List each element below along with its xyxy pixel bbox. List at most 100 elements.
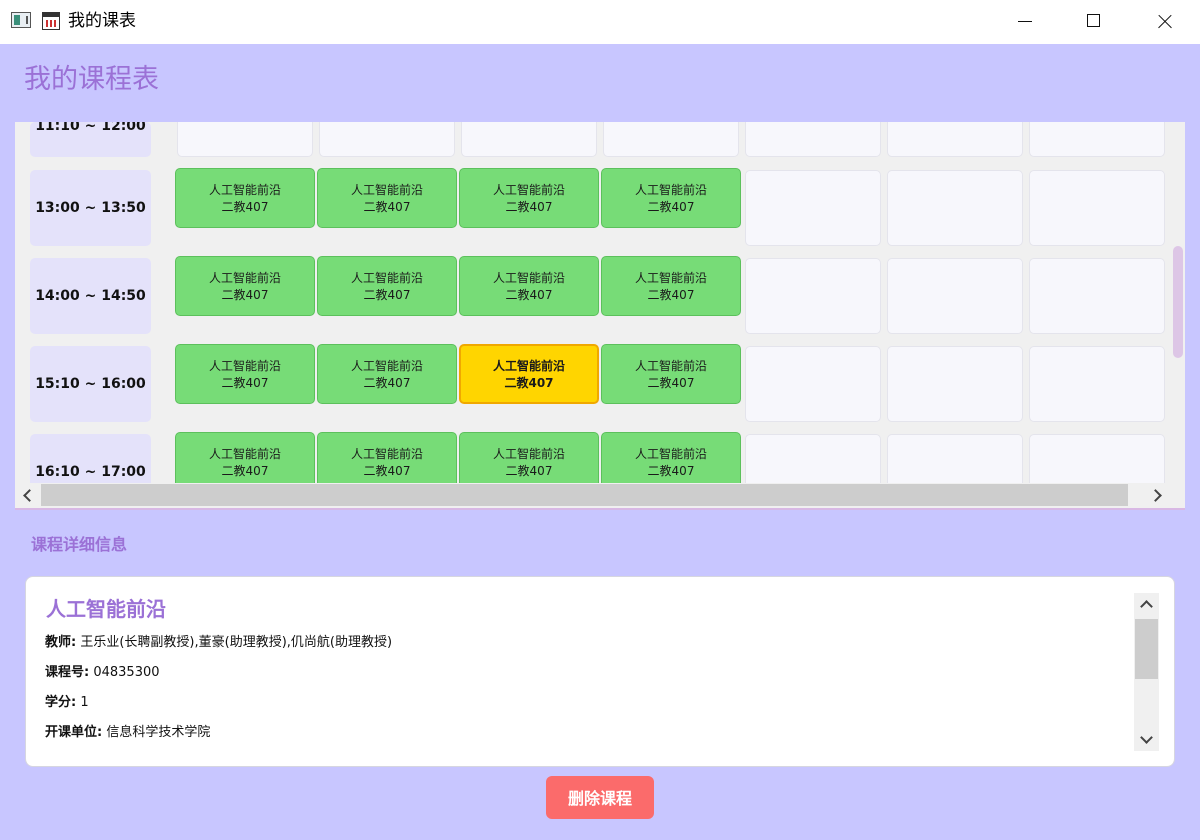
course-cell-room: 二教407 [647, 200, 695, 214]
system-menu-icon[interactable] [11, 12, 31, 28]
course-cell-name: 人工智能前沿 [634, 183, 707, 197]
course-cell-name: 人工智能前沿 [350, 359, 423, 373]
course-cell-room: 二教407 [647, 376, 695, 390]
horizontal-scrollbar-thumb[interactable] [41, 484, 1128, 506]
course-cell-room: 二教407 [221, 464, 269, 478]
detail-scrollbar-thumb[interactable] [1135, 619, 1158, 679]
course-cell-name: 人工智能前沿 [208, 183, 281, 197]
course-cell-selected[interactable]: 人工智能前沿 二教407 [459, 344, 599, 404]
scroll-up-arrow-icon[interactable] [1134, 593, 1159, 615]
course-cell-room: 二教407 [504, 376, 554, 390]
empty-slot[interactable] [745, 258, 881, 334]
course-cell-name: 人工智能前沿 [208, 447, 281, 461]
horizontal-scrollbar[interactable] [15, 483, 1185, 507]
empty-slot[interactable] [1029, 346, 1165, 422]
empty-slot[interactable] [887, 346, 1023, 422]
course-cell-room: 二教407 [647, 464, 695, 478]
scroll-down-arrow-icon[interactable] [1134, 729, 1159, 751]
scroll-left-arrow-icon[interactable] [15, 483, 41, 507]
time-slot-label: 16:10 ~ 17:00 [30, 434, 151, 483]
schedule-table[interactable]: 11:10 ~ 12:00 13:00 ~ 13:50 人工智能前沿 二教407 人工智… [15, 122, 1185, 510]
page-title: 我的课程表 [24, 64, 159, 95]
scroll-right-arrow-icon[interactable] [1145, 483, 1171, 507]
course-cell-name: 人工智能前沿 [492, 271, 565, 285]
course-cell-room: 二教407 [505, 464, 553, 478]
course-cell-name: 人工智能前沿 [634, 447, 707, 461]
time-slot-text: 15:10 ~ 16:00 [35, 376, 146, 392]
detail-scrollbar[interactable] [1134, 593, 1159, 751]
empty-slot[interactable] [745, 122, 881, 157]
empty-slot[interactable] [745, 170, 881, 246]
course-cell-name: 人工智能前沿 [492, 447, 565, 461]
empty-slot[interactable] [1029, 170, 1165, 246]
credit-value: 1 [80, 695, 89, 710]
maximize-button[interactable] [1071, 0, 1117, 44]
delete-course-button[interactable]: 删除课程 [546, 776, 654, 819]
time-slot-text: 13:00 ~ 13:50 [35, 200, 146, 216]
course-cell-room: 二教407 [221, 376, 269, 390]
empty-slot[interactable] [319, 122, 455, 157]
course-cell-room: 二教407 [363, 376, 411, 390]
time-slot-text: 14:00 ~ 14:50 [35, 288, 146, 304]
course-cell[interactable]: 人工智能前沿 二教407 [175, 344, 315, 404]
empty-slot[interactable] [1029, 122, 1165, 157]
course-cell-name: 人工智能前沿 [350, 271, 423, 285]
time-slot-label: 14:00 ~ 14:50 [30, 258, 151, 334]
empty-slot[interactable] [177, 122, 313, 157]
course-cell[interactable]: 人工智能前沿 二教407 [601, 432, 741, 483]
empty-slot[interactable] [887, 434, 1023, 483]
course-code-value: 04835300 [93, 665, 160, 680]
empty-slot[interactable] [461, 122, 597, 157]
schedule-grid: 11:10 ~ 12:00 13:00 ~ 13:50 人工智能前沿 二教407 人工智… [15, 122, 1170, 483]
empty-slot[interactable] [1029, 434, 1165, 483]
close-button[interactable] [1141, 0, 1187, 44]
course-cell[interactable]: 人工智能前沿 二教407 [175, 168, 315, 228]
credit-label: 学分: [45, 695, 77, 710]
course-cell[interactable]: 人工智能前沿 二教407 [459, 256, 599, 316]
course-cell[interactable]: 人工智能前沿 二教407 [459, 432, 599, 483]
empty-slot[interactable] [887, 170, 1023, 246]
course-cell-name: 人工智能前沿 [208, 359, 281, 373]
empty-slot[interactable] [1029, 258, 1165, 334]
course-cell-room: 二教407 [505, 200, 553, 214]
detail-dept-row: 开课单位: 信息科学技术学院 [45, 724, 210, 742]
course-cell[interactable]: 人工智能前沿 二教407 [317, 256, 457, 316]
detail-code-row: 课程号: 04835300 [45, 664, 160, 682]
time-slot-label: 11:10 ~ 12:00 [30, 122, 151, 157]
course-cell-room: 二教407 [363, 464, 411, 478]
empty-slot[interactable] [887, 258, 1023, 334]
course-cell[interactable]: 人工智能前沿 二教407 [317, 344, 457, 404]
time-slot-text: 11:10 ~ 12:00 [35, 122, 146, 134]
teacher-value: 王乐业(长聘副教授),董豪(助理教授),仉尚航(助理教授) [80, 635, 393, 650]
course-cell-name: 人工智能前沿 [350, 447, 423, 461]
empty-slot[interactable] [745, 346, 881, 422]
course-cell-name: 人工智能前沿 [492, 183, 565, 197]
course-cell[interactable]: 人工智能前沿 二教407 [601, 256, 741, 316]
course-cell-name: 人工智能前沿 [492, 359, 565, 373]
department-value: 信息科学技术学院 [106, 725, 211, 740]
empty-slot[interactable] [745, 434, 881, 483]
minimize-button[interactable] [1001, 0, 1047, 44]
course-cell[interactable]: 人工智能前沿 二教407 [175, 256, 315, 316]
window-title: 我的课表 [68, 11, 136, 31]
course-cell-name: 人工智能前沿 [634, 271, 707, 285]
course-cell-room: 二教407 [221, 288, 269, 302]
vertical-scrollbar-thumb[interactable] [1173, 246, 1183, 358]
course-cell-room: 二教407 [221, 200, 269, 214]
teacher-label: 教师: [45, 635, 77, 650]
detail-section-title: 课程详细信息 [31, 535, 128, 554]
course-detail-panel: 人工智能前沿 教师: 王乐业(长聘副教授),董豪(助理教授),仉尚航(助理教授)… [25, 576, 1175, 767]
course-cell[interactable]: 人工智能前沿 二教407 [459, 168, 599, 228]
course-code-label: 课程号: [45, 665, 90, 680]
course-cell[interactable]: 人工智能前沿 二教407 [601, 344, 741, 404]
course-cell-room: 二教407 [647, 288, 695, 302]
course-cell[interactable]: 人工智能前沿 二教407 [601, 168, 741, 228]
course-cell-name: 人工智能前沿 [208, 271, 281, 285]
course-cell-name: 人工智能前沿 [634, 359, 707, 373]
empty-slot[interactable] [603, 122, 739, 157]
course-cell[interactable]: 人工智能前沿 二教407 [317, 432, 457, 483]
course-cell[interactable]: 人工智能前沿 二教407 [317, 168, 457, 228]
course-cell-room: 二教407 [363, 200, 411, 214]
course-cell[interactable]: 人工智能前沿 二教407 [175, 432, 315, 483]
empty-slot[interactable] [887, 122, 1023, 157]
